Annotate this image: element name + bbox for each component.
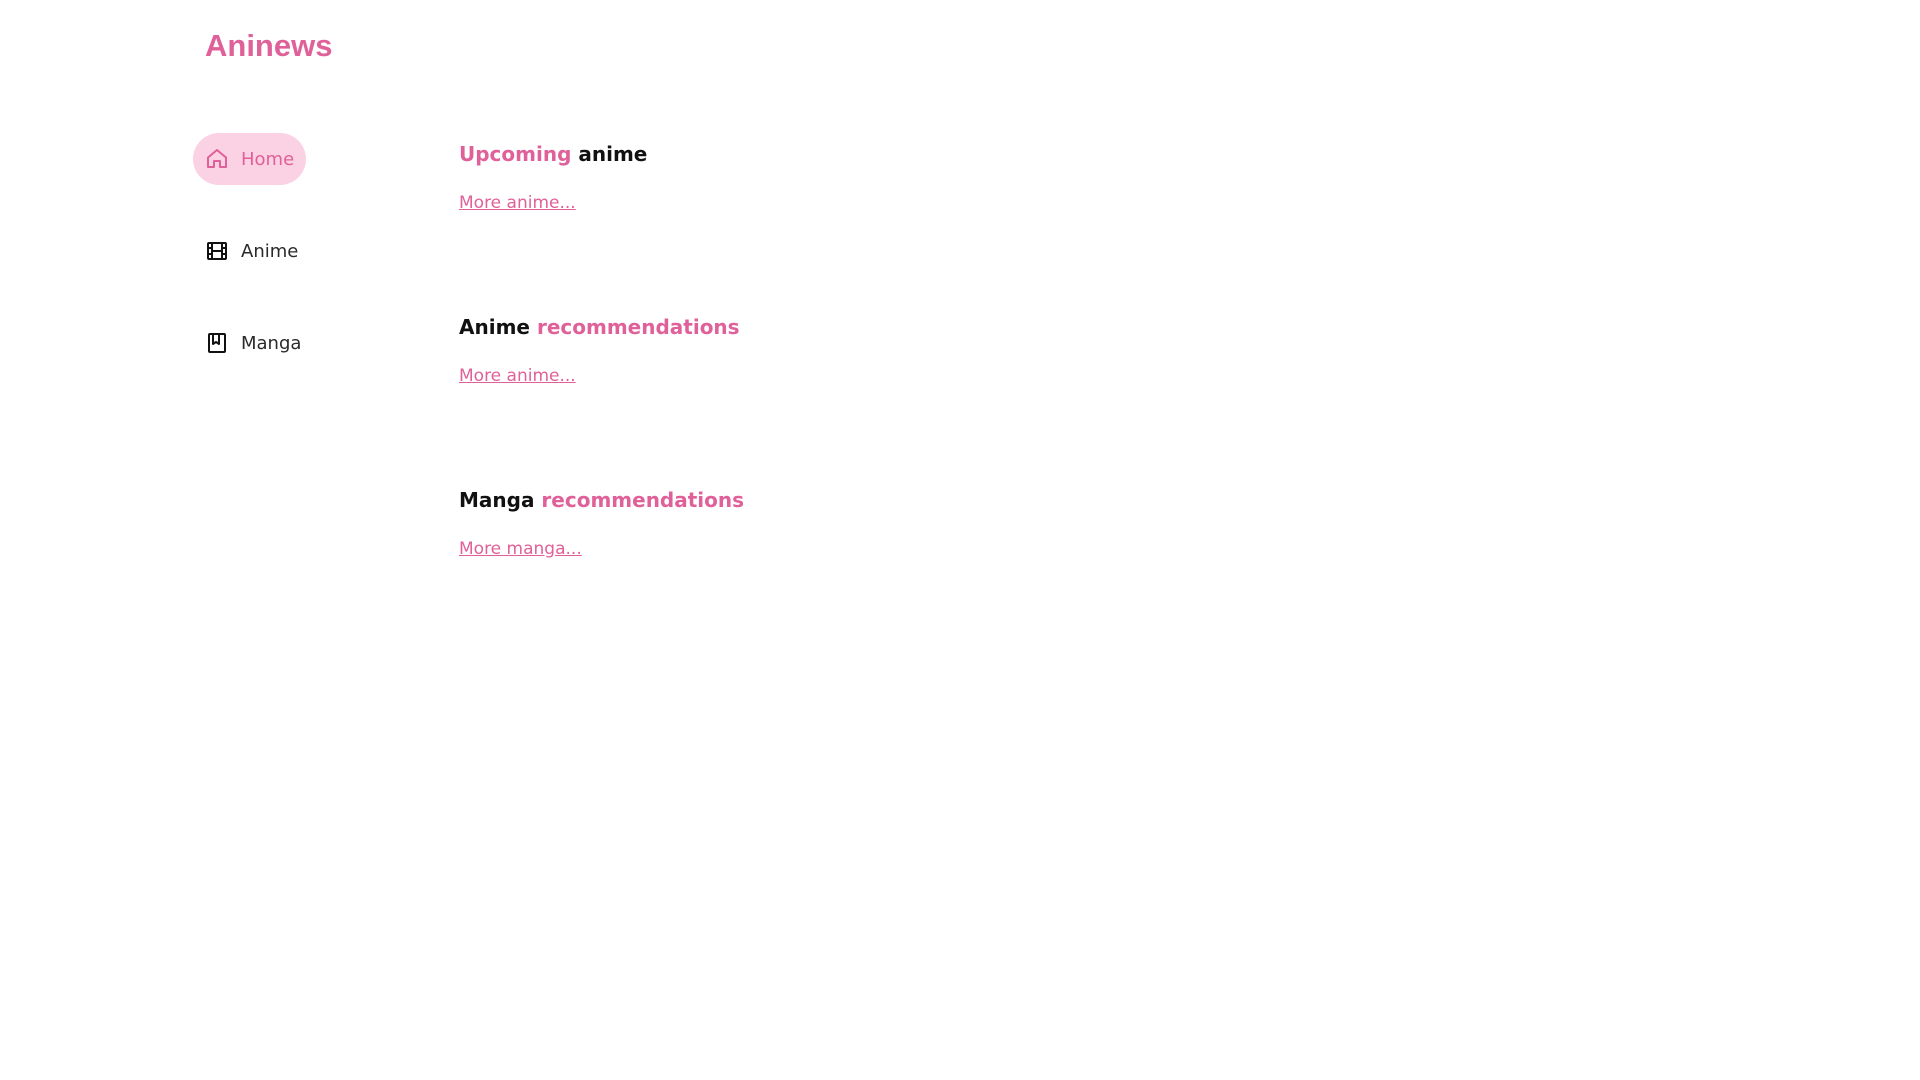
section-title: Manga recommendations xyxy=(459,488,745,512)
sidebar-nav: Home Anime Manga xyxy=(193,133,423,409)
sidebar-item-manga[interactable]: Manga xyxy=(193,317,313,369)
home-icon xyxy=(205,147,229,171)
more-manga-link[interactable]: More manga... xyxy=(459,539,582,559)
section-title: Upcoming anime xyxy=(459,142,648,166)
page: Aninews Home Anime Manga Upcoming anime … xyxy=(0,0,1920,1080)
upcoming-anime-section: Upcoming anime More anime... xyxy=(459,137,744,306)
section-title: Anime recommendations xyxy=(459,315,740,339)
more-anime-link[interactable]: More anime... xyxy=(459,193,576,213)
main-content: Upcoming anime More anime... Anime recom… xyxy=(459,133,744,652)
sidebar-item-home[interactable]: Home xyxy=(193,133,307,185)
sidebar-item-anime[interactable]: Anime xyxy=(193,225,310,277)
app-logo[interactable]: Aninews xyxy=(205,25,332,67)
sidebar-item-label: Anime xyxy=(241,240,299,262)
sidebar-item-label: Home xyxy=(241,148,295,170)
sidebar-item-label: Manga xyxy=(241,332,302,354)
manga-recommendations-section: Manga recommendations More manga... xyxy=(459,483,744,652)
anime-recommendations-section: Anime recommendations More anime... xyxy=(459,310,744,479)
book-icon xyxy=(205,331,229,355)
film-icon xyxy=(205,239,229,263)
more-anime-link[interactable]: More anime... xyxy=(459,366,576,386)
